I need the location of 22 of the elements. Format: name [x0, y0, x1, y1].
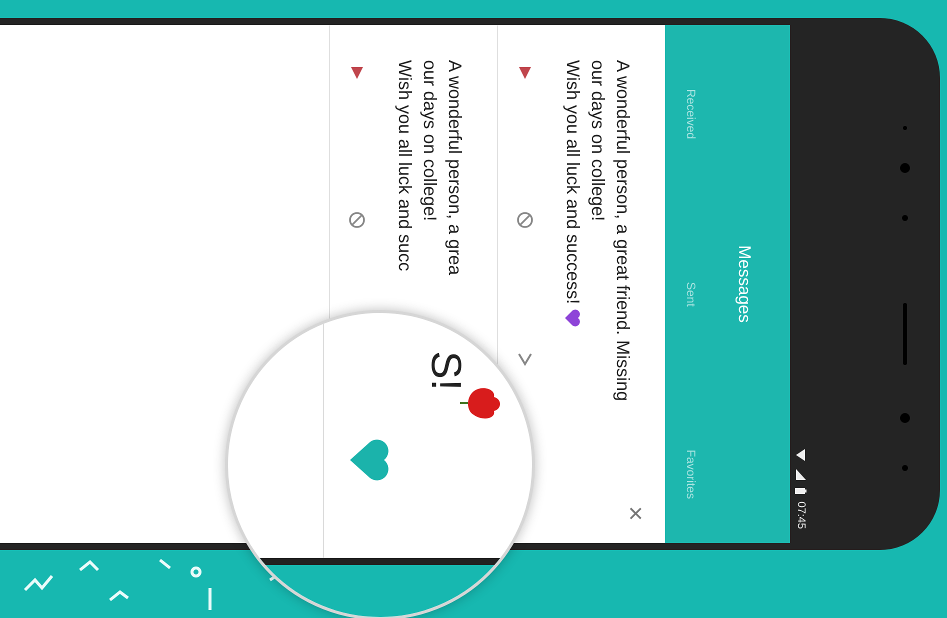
- magnified-text: S!: [422, 351, 470, 391]
- chevron-icon[interactable]: [516, 351, 534, 367]
- message-text-line: A wonderful person, a grea: [444, 60, 466, 276]
- prohibited-icon[interactable]: [516, 211, 534, 229]
- heart-icon: [562, 308, 582, 328]
- tab[interactable]: Received: [680, 85, 702, 144]
- app-title: Messages: [734, 245, 754, 323]
- message-text-line: our days on college!: [419, 60, 441, 222]
- status-time: 07:45: [795, 501, 807, 529]
- battery-icon: [795, 487, 807, 496]
- message-text-line: our days on college!: [587, 60, 609, 222]
- triangle-icon[interactable]: [349, 65, 365, 81]
- signal-icon: [795, 468, 807, 482]
- tab[interactable]: Favorites: [680, 446, 702, 503]
- message-text-line: Wish you all luck and succ: [394, 60, 416, 272]
- close-button[interactable]: ×: [625, 506, 647, 521]
- wifi-icon: [795, 448, 807, 462]
- prohibited-icon[interactable]: [348, 211, 366, 229]
- triangle-icon[interactable]: [517, 65, 533, 81]
- tab[interactable]: Sent: [680, 278, 702, 311]
- message-text-line: Wish you all luck and success!: [562, 60, 584, 304]
- message-text-line: A wonderful person, a great friend. Missing: [612, 60, 634, 402]
